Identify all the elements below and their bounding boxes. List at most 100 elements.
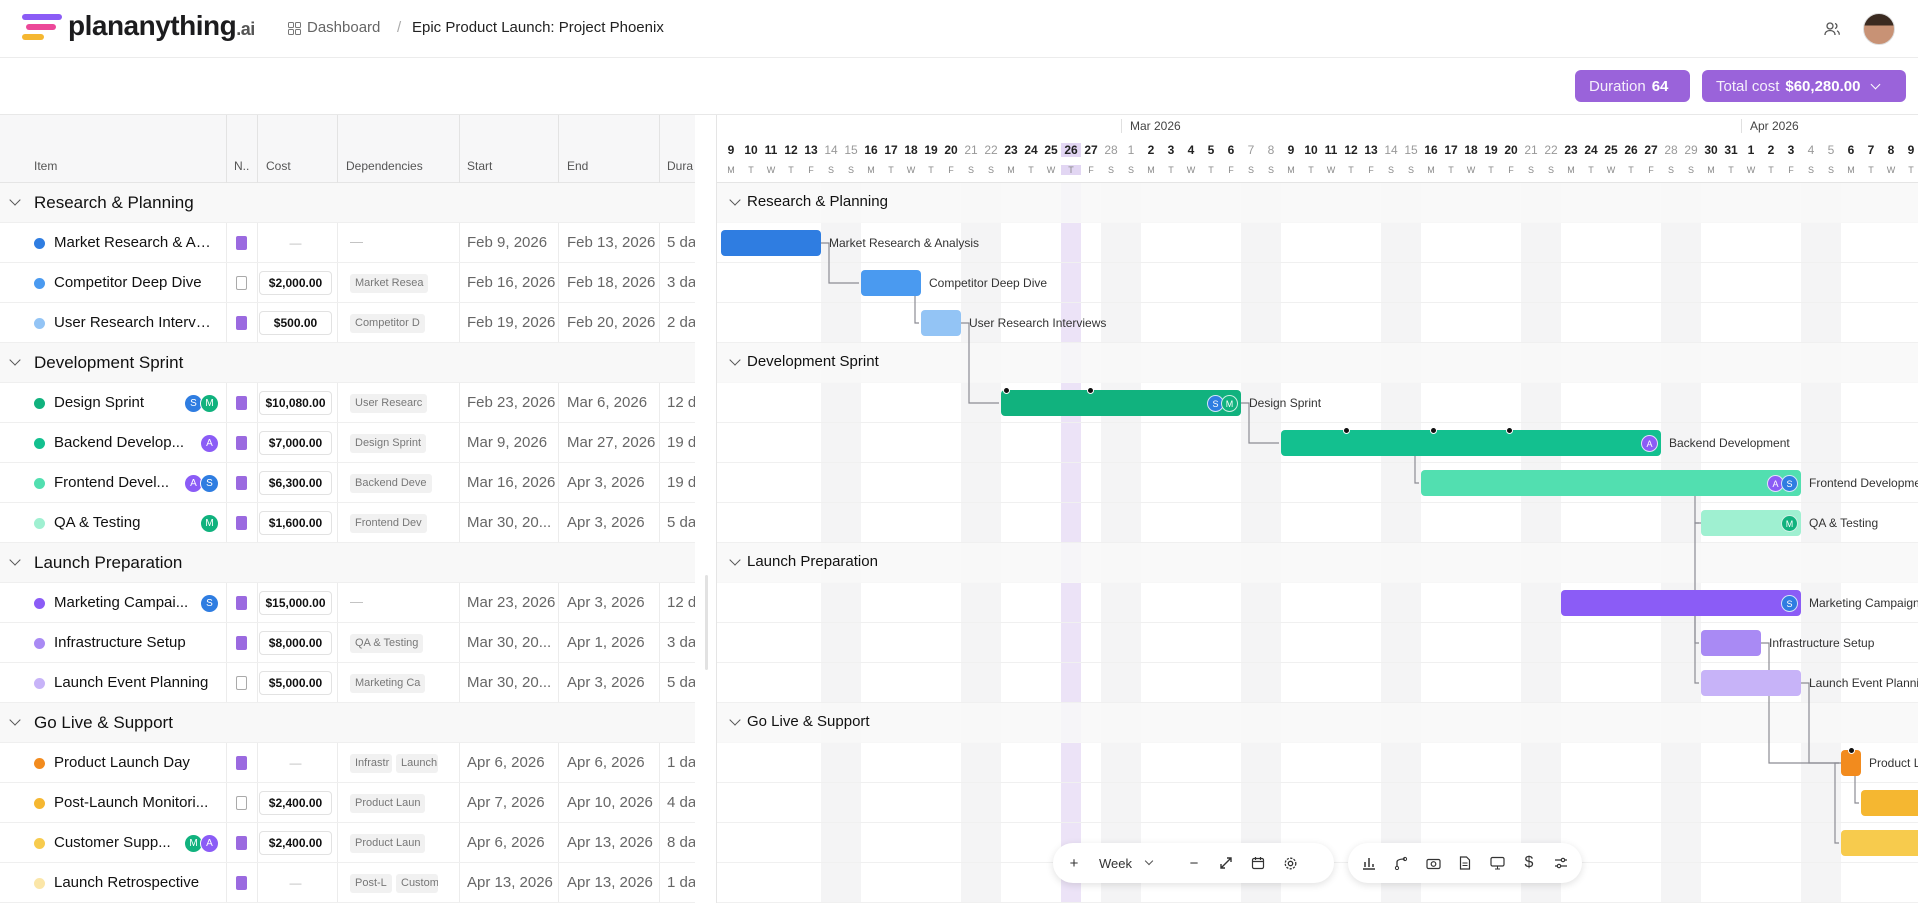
- end-date[interactable]: Mar 27, 2026: [567, 434, 655, 451]
- group-row[interactable]: Development Sprint: [0, 343, 695, 383]
- dependency-tag[interactable]: Post-L: [350, 874, 392, 893]
- cost-field[interactable]: $8,000.00: [259, 631, 332, 655]
- task-row[interactable]: User Research Intervie... $500.00 Competit…: [0, 303, 695, 343]
- assignee-avatar[interactable]: M: [200, 514, 219, 533]
- bar-assignee-avatar[interactable]: S: [1781, 475, 1798, 492]
- start-date[interactable]: Mar 30, 20...: [467, 634, 551, 651]
- column-dependencies[interactable]: Dependencies: [346, 159, 423, 173]
- start-date[interactable]: Mar 30, 20...: [467, 514, 551, 531]
- task-row[interactable]: Infrastructure Setup $8,000.00 QA & Testin…: [0, 623, 695, 663]
- task-name[interactable]: Launch Retrospective: [54, 874, 214, 891]
- column-notes[interactable]: N..: [234, 159, 249, 173]
- task-row[interactable]: Backend Develop... A $7,000.00 Design Sprin…: [0, 423, 695, 463]
- task-bar[interactable]: [1281, 430, 1661, 456]
- note-icon[interactable]: [236, 476, 247, 490]
- plananything-logo[interactable]: [22, 14, 62, 44]
- cost-field[interactable]: $500.00: [259, 311, 332, 335]
- dependency-tag[interactable]: QA & Testing: [350, 634, 424, 653]
- start-date[interactable]: Mar 16, 2026: [467, 474, 555, 491]
- chevron-down-icon[interactable]: [9, 554, 21, 566]
- settings-gear-icon[interactable]: [1277, 850, 1303, 876]
- chevron-down-icon[interactable]: [9, 714, 21, 726]
- dependency-tag[interactable]: Custom: [396, 874, 438, 893]
- task-name[interactable]: Competitor Deep Dive: [54, 274, 214, 291]
- end-date[interactable]: Feb 13, 2026: [567, 234, 655, 251]
- milestone-marker[interactable]: [1342, 427, 1350, 434]
- group-row[interactable]: Research & Planning: [0, 183, 695, 223]
- camera-icon[interactable]: [1420, 850, 1446, 876]
- assignee-avatar[interactable]: S: [200, 594, 219, 613]
- calendar-icon[interactable]: [1245, 850, 1271, 876]
- note-icon[interactable]: [236, 316, 247, 330]
- task-name[interactable]: User Research Intervie...: [54, 314, 214, 331]
- task-bar[interactable]: [1841, 830, 1918, 856]
- column-duration[interactable]: Dura: [667, 159, 693, 173]
- dependency-tag[interactable]: Backend Deve: [350, 474, 432, 493]
- task-name[interactable]: Product Launch Day: [54, 754, 214, 771]
- dependency-tag[interactable]: Design Sprint: [350, 434, 427, 453]
- brand-name[interactable]: plananything.ai: [68, 10, 255, 42]
- assignee-avatar[interactable]: A: [200, 834, 219, 853]
- start-date[interactable]: Feb 19, 2026: [467, 314, 555, 331]
- end-date[interactable]: Apr 3, 2026: [567, 594, 645, 611]
- task-row[interactable]: Customer Supp... M A $2,400.00 Product Laun A…: [0, 823, 695, 863]
- pane-resize-handle[interactable]: [705, 575, 708, 670]
- note-icon[interactable]: [236, 836, 247, 850]
- dependency-tag[interactable]: Frontend Dev: [350, 514, 427, 533]
- add-task-icon[interactable]: +: [1061, 850, 1087, 876]
- task-bar[interactable]: [1421, 470, 1801, 496]
- dependency-tag[interactable]: User Researc: [350, 394, 428, 413]
- start-date[interactable]: Mar 9, 2026: [467, 434, 547, 451]
- bar-assignee-avatar[interactable]: M: [1781, 515, 1798, 532]
- user-avatar[interactable]: [1863, 13, 1895, 45]
- task-bar[interactable]: [861, 270, 921, 296]
- cost-field[interactable]: $1,600.00: [259, 511, 332, 535]
- dependency-tag[interactable]: Marketing Ca: [350, 674, 426, 693]
- cost-field[interactable]: $2,400.00: [259, 791, 332, 815]
- cost-field[interactable]: $2,000.00: [259, 271, 332, 295]
- cost-field[interactable]: —: [259, 871, 332, 895]
- task-row[interactable]: Launch Event Planning $5,000.00 Marketing …: [0, 663, 695, 703]
- dependency-tag[interactable]: Market Resea: [350, 274, 429, 293]
- start-date[interactable]: Apr 13, 2026: [467, 874, 553, 891]
- task-bar[interactable]: [1701, 630, 1761, 656]
- total-cost-dropdown[interactable]: Total cost $60,280.00: [1702, 70, 1906, 102]
- bar-assignee-avatar[interactable]: M: [1221, 395, 1238, 412]
- bar-assignee-avatar[interactable]: S: [1781, 595, 1798, 612]
- task-name[interactable]: Backend Develop...: [54, 434, 214, 451]
- dollar-icon[interactable]: $: [1516, 850, 1542, 876]
- milestone-marker[interactable]: [1002, 387, 1010, 394]
- users-icon[interactable]: [1822, 19, 1842, 39]
- chevron-down-icon[interactable]: [9, 354, 21, 366]
- note-icon[interactable]: [236, 596, 247, 610]
- task-name[interactable]: Infrastructure Setup: [54, 634, 214, 651]
- task-row[interactable]: Launch Retrospective — Post-L Custom Apr 13,…: [0, 863, 695, 903]
- cost-field[interactable]: —: [259, 751, 332, 775]
- task-name[interactable]: QA & Testing: [54, 514, 214, 531]
- task-bar[interactable]: [721, 230, 821, 256]
- task-name[interactable]: Marketing Campai...: [54, 594, 214, 611]
- start-date[interactable]: Feb 23, 2026: [467, 394, 555, 411]
- note-icon[interactable]: [236, 396, 247, 410]
- start-date[interactable]: Apr 7, 2026: [467, 794, 545, 811]
- start-date[interactable]: Feb 9, 2026: [467, 234, 547, 251]
- task-name[interactable]: Post-Launch Monitori...: [54, 794, 214, 811]
- task-bar[interactable]: [1001, 390, 1241, 416]
- column-item[interactable]: Item: [34, 159, 57, 173]
- note-icon[interactable]: [236, 236, 247, 250]
- task-bar[interactable]: [1701, 670, 1801, 696]
- column-end[interactable]: End: [567, 159, 588, 173]
- start-date[interactable]: Apr 6, 2026: [467, 754, 545, 771]
- sliders-icon[interactable]: [1548, 850, 1574, 876]
- task-name[interactable]: Launch Event Planning: [54, 674, 214, 691]
- end-date[interactable]: Apr 13, 2026: [567, 834, 653, 851]
- zoom-out-icon[interactable]: −: [1181, 850, 1207, 876]
- end-date[interactable]: Feb 20, 2026: [567, 314, 655, 331]
- milestone-marker[interactable]: [1086, 387, 1094, 394]
- note-icon[interactable]: [236, 636, 247, 650]
- project-title[interactable]: Epic Product Launch: Project Phoenix: [412, 19, 664, 36]
- dependency-tag[interactable]: Product Laun: [350, 834, 426, 853]
- cost-field[interactable]: $7,000.00: [259, 431, 332, 455]
- task-row[interactable]: Design Sprint S M $10,080.00 User Researc Feb…: [0, 383, 695, 423]
- note-icon[interactable]: [236, 876, 247, 890]
